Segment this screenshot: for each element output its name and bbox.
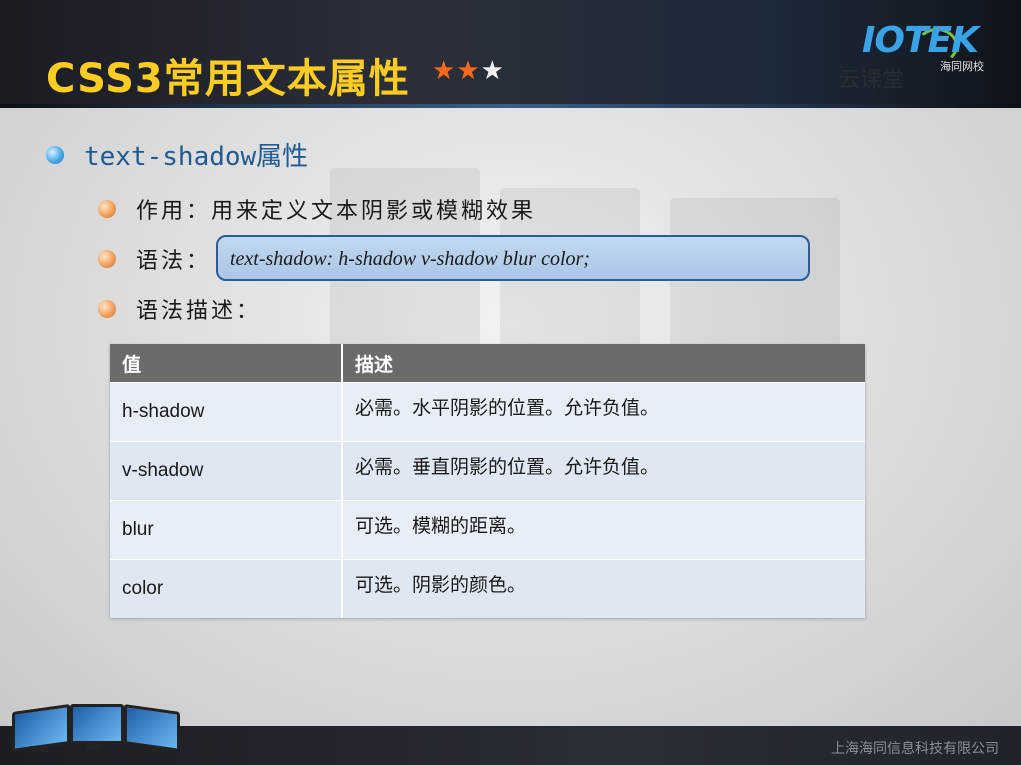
star-icon: ★ <box>432 56 456 86</box>
table-row: h-shadow 必需。水平阴影的位置。允许负值。 <box>110 382 865 442</box>
logo-text: IOTEK <box>862 20 979 61</box>
column-header: 描述 <box>342 344 865 383</box>
description-cell: 必需。水平阴影的位置。允许负值。 <box>342 382 865 442</box>
description-cell: 必需。垂直阴影的位置。允许负值。 <box>342 441 865 501</box>
syntax-description-label: 语法描述： <box>136 299 262 324</box>
table-row: blur 可选。模糊的距离。 <box>110 500 865 560</box>
star-icon: ★ <box>456 56 480 86</box>
monitor-icon <box>124 704 180 752</box>
monitor-stand <box>140 748 158 754</box>
slide-header: CSS3常用文本属性 ★★★ IOTEK 海同网校 云课堂 <box>0 0 1021 108</box>
company-name: 上海海同信息科技有限公司 <box>831 741 999 757</box>
purpose-item: 作用：用来定义文本阴影或模糊效果 <box>136 199 537 224</box>
bullet-icon <box>98 300 116 318</box>
syntax-box: text-shadow: h-shadow v-shadow blur colo… <box>216 235 810 281</box>
slide-title: CSS3常用文本属性 <box>46 56 410 102</box>
table-header-row: 值 描述 <box>110 344 865 383</box>
syntax-code: text-shadow: h-shadow v-shadow blur colo… <box>230 248 590 270</box>
logo-subtitle: 海同网校 <box>940 60 984 73</box>
syntax-table: 值 描述 h-shadow 必需。水平阴影的位置。允许负值。 v-shadow … <box>110 344 865 618</box>
description-cell: 可选。模糊的距离。 <box>342 500 865 560</box>
value-cell: color <box>110 559 343 618</box>
value-cell: v-shadow <box>110 441 343 501</box>
monitor-stand <box>86 742 102 750</box>
section-heading: text-shadow属性 <box>84 142 309 172</box>
bullet-icon <box>98 250 116 268</box>
table-row: color 可选。阴影的颜色。 <box>110 559 865 618</box>
table-row: v-shadow 必需。垂直阴影的位置。允许负值。 <box>110 441 865 501</box>
monitor-stand <box>30 746 48 752</box>
bullet-icon <box>98 200 116 218</box>
star-icon: ★ <box>480 56 504 86</box>
difficulty-rating: ★★★ <box>432 56 505 86</box>
watermark-text: 云课堂 <box>838 68 905 93</box>
description-cell: 可选。阴影的颜色。 <box>342 559 865 618</box>
monitor-icon <box>12 703 70 753</box>
column-header: 值 <box>110 344 343 383</box>
syntax-label: 语法： <box>136 249 212 274</box>
monitor-icon <box>70 704 124 744</box>
value-cell: h-shadow <box>110 382 343 442</box>
value-cell: blur <box>110 500 343 560</box>
bullet-icon <box>46 146 64 164</box>
